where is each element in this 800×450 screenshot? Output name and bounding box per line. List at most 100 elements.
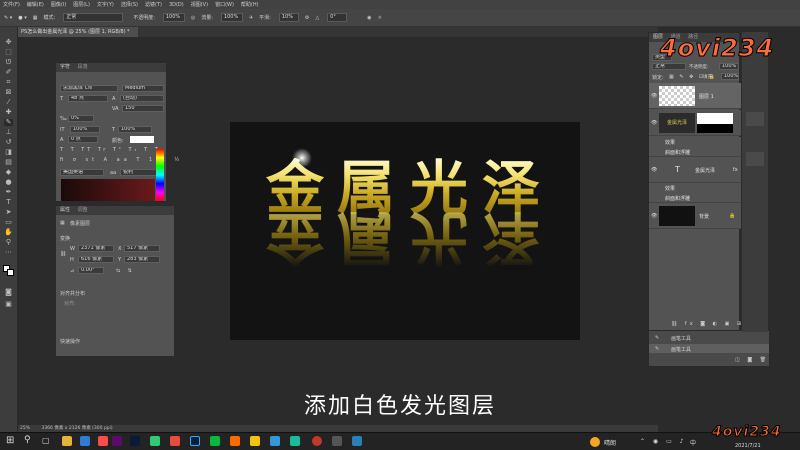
audition-icon[interactable] [130, 436, 140, 446]
zoom-tool-icon[interactable]: ⚲ [4, 239, 13, 246]
pressure-opacity-icon[interactable]: ◎ [191, 15, 195, 21]
brush-preset-picker[interactable]: ● ▾ [18, 15, 26, 21]
quick-select-tool-icon[interactable]: ✐ [4, 69, 13, 76]
effect-row[interactable]: 斜面和浮雕 [649, 193, 741, 203]
history-item[interactable]: 画笔工具 [671, 335, 691, 342]
photoshop-icon[interactable] [190, 436, 200, 446]
ime-indicator[interactable]: 中 [690, 438, 696, 447]
menu-view[interactable]: 视图(V) [191, 1, 208, 8]
menu-select[interactable]: 选择(S) [121, 1, 138, 8]
tray-icons[interactable]: ⌃ ◉ ▭ ♪ [640, 438, 686, 445]
app-icon-gray[interactable] [332, 436, 342, 446]
layer-row[interactable]: 👁 T 金属光泽 fx [649, 157, 741, 183]
wechat-icon[interactable] [210, 436, 220, 446]
eyedropper-tool-icon[interactable]: ⁄ [4, 99, 13, 106]
font-family-select[interactable]: 思源黑体 CN [60, 85, 118, 92]
smooth-input[interactable]: 10% [278, 13, 299, 22]
frame-tool-icon[interactable]: ⊠ [4, 89, 13, 96]
search-icon[interactable]: ⚲ [24, 435, 31, 445]
scale-percent-input[interactable]: 0% [68, 115, 94, 122]
text-color-swatch[interactable] [130, 136, 154, 143]
type-style-buttons[interactable]: T T TT Tr T¹ T₁ T T [60, 147, 161, 153]
fx-icon[interactable]: fx [733, 167, 738, 173]
record-icon[interactable] [312, 436, 322, 446]
app-icon-red[interactable] [98, 436, 108, 446]
eraser-tool-icon[interactable]: ◨ [4, 149, 13, 156]
edge-icon[interactable] [80, 436, 90, 446]
path-select-tool-icon[interactable]: ➤ [4, 209, 13, 216]
chrome-icon[interactable] [170, 436, 180, 446]
more-tools-icon[interactable]: ⋯ [4, 249, 13, 256]
dodge-tool-icon[interactable]: ● [4, 179, 13, 186]
tab-character[interactable]: 字符 [60, 64, 70, 70]
angle-input[interactable]: 0.00° [78, 267, 104, 274]
marquee-tool-icon[interactable]: ⬚ [4, 49, 13, 56]
layer-row[interactable]: 👁 图层 1 [649, 83, 741, 109]
antialias-select[interactable]: 锐利 [120, 169, 160, 176]
horizontal-scale-input[interactable]: 100% [118, 126, 152, 133]
layer-row[interactable]: 👁 背景 🔒 [649, 203, 741, 229]
menu-image[interactable]: 图像(I) [51, 1, 66, 8]
quick-actions-title[interactable]: 快速操作 [60, 338, 80, 345]
fill-input[interactable]: 100% [721, 73, 739, 80]
tracking-input[interactable]: 150 [122, 105, 164, 112]
app-icon-green[interactable] [150, 436, 160, 446]
language-select[interactable]: 美国英语 [60, 169, 104, 176]
visibility-eye-icon[interactable]: 👁 [651, 213, 657, 219]
tab-adjustments[interactable]: 调整 [78, 207, 88, 213]
smooth-settings-icon[interactable]: ⚙ [305, 15, 309, 21]
font-style-select[interactable]: Medium [122, 85, 164, 92]
pen-tool-icon[interactable]: ✒ [4, 189, 13, 196]
windows-start-icon[interactable]: ⊞ [6, 435, 14, 446]
app-icon-blue[interactable] [270, 436, 280, 446]
move-tool-icon[interactable]: ✥ [4, 39, 13, 46]
background-color-swatch[interactable] [7, 269, 14, 276]
menu-3d[interactable]: 3D(D) [169, 2, 184, 8]
visibility-eye-icon[interactable]: 👁 [651, 167, 657, 173]
gradient-tool-icon[interactable]: ▤ [4, 159, 13, 166]
flow-input[interactable]: 100% [220, 13, 243, 22]
link-dimensions-icon[interactable]: ⛓ [60, 251, 66, 257]
layer-opacity-input[interactable]: 100% [719, 63, 739, 70]
menu-window[interactable]: 窗口(W) [215, 1, 234, 8]
app-icon-teal[interactable] [290, 436, 300, 446]
app-icon-orange[interactable] [230, 436, 240, 446]
windows-app-icon[interactable] [352, 436, 362, 446]
visibility-eye-icon[interactable]: 👁 [651, 120, 657, 126]
transform-section-title[interactable]: 变换 [60, 235, 70, 242]
layer-row[interactable]: 👁 金属光泽 [649, 110, 741, 136]
file-explorer-icon[interactable] [62, 436, 72, 446]
document-tab[interactable]: PS怎么做出金属光泽 @ 25% (图层 1, RGB/8) * [18, 27, 138, 37]
effect-row[interactable]: 斜面和浮雕 [649, 147, 741, 157]
brush-tool-icon[interactable]: ✎ ▾ [4, 15, 12, 21]
rectangle-tool-icon[interactable]: ▭ [4, 219, 13, 226]
x-input[interactable]: 517 像素 [124, 245, 160, 252]
tab-paragraph[interactable]: 段落 [78, 64, 88, 70]
flip-buttons[interactable]: ⇆ ⇅ [116, 268, 135, 274]
align-section-title[interactable]: 对齐并分布 [60, 290, 85, 297]
symmetry-icon[interactable]: ⚛ [378, 15, 382, 21]
brush-settings-icon[interactable]: ▦ [33, 15, 38, 21]
tab-properties[interactable]: 属性 [60, 207, 70, 213]
weather-icon[interactable] [590, 437, 600, 447]
vertical-scale-input[interactable]: 100% [70, 126, 100, 133]
history-brush-tool-icon[interactable]: ↺ [4, 139, 13, 146]
y-input[interactable]: 283 像素 [124, 256, 160, 263]
menu-layer[interactable]: 图层(L) [73, 1, 90, 8]
effects-row[interactable]: 效果 [649, 183, 741, 193]
airbrush-icon[interactable]: ✈ [249, 15, 253, 21]
quick-mask-icon[interactable]: ◙ [4, 289, 13, 296]
blend-mode-select[interactable]: 正常 [652, 63, 686, 70]
task-view-icon[interactable]: ▢ [42, 436, 50, 445]
mode-select[interactable]: 正常 [63, 13, 124, 22]
opentype-buttons[interactable]: ﬁ σ st A aa T 1st ½ [60, 157, 183, 163]
hue-slider[interactable] [156, 149, 164, 201]
width-input[interactable]: 2371 像素 [78, 245, 114, 252]
pressure-size-icon[interactable]: ◉ [367, 15, 371, 21]
dock-panel-icon[interactable] [746, 112, 764, 126]
menu-file[interactable]: 文件(F) [3, 1, 20, 8]
screen-mode-icon[interactable]: ▣ [4, 301, 13, 308]
visibility-eye-icon[interactable]: 👁 [651, 93, 657, 99]
brush-tool-icon[interactable]: ✎ [4, 119, 13, 126]
menu-filter[interactable]: 滤镜(T) [145, 1, 162, 8]
